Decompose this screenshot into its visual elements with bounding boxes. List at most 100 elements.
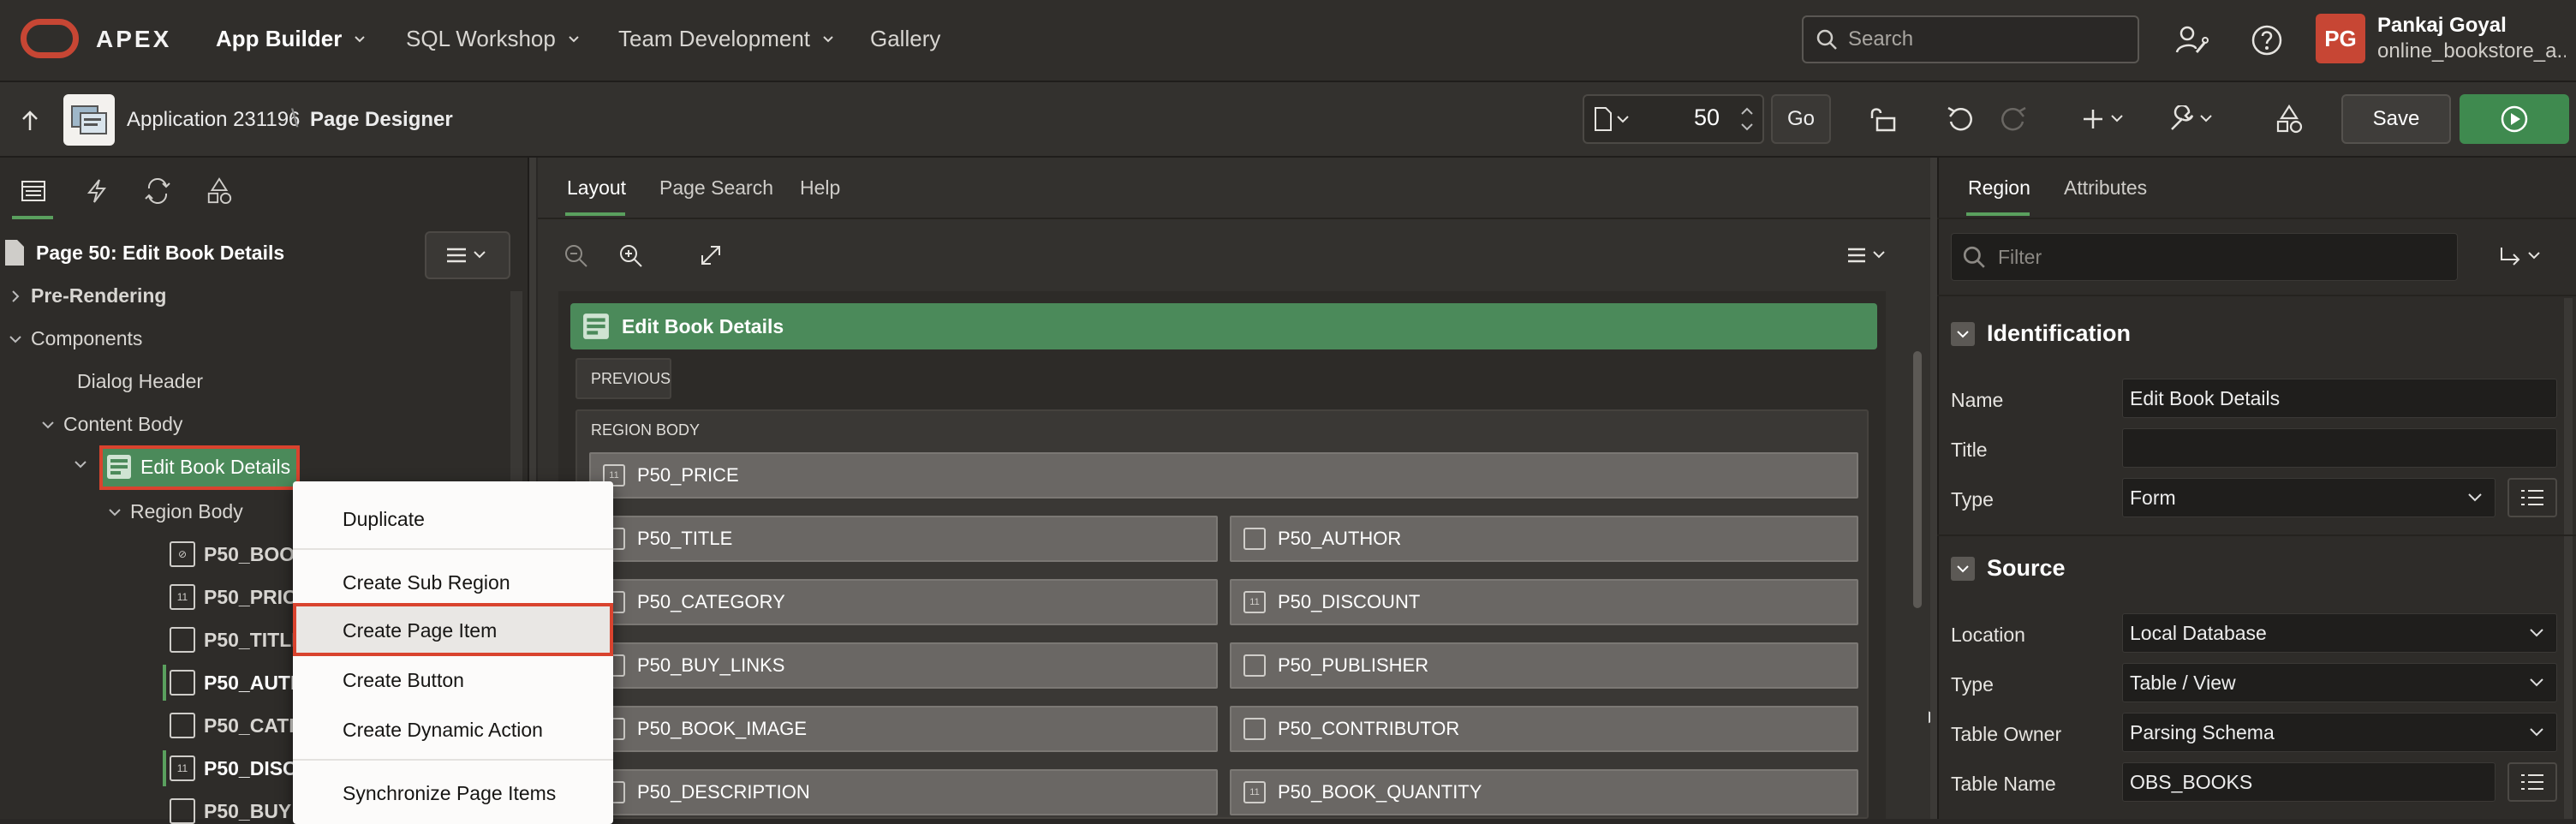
chevron-down-icon	[2468, 493, 2482, 502]
right-splitter[interactable]	[1930, 158, 1937, 819]
tree-node-components[interactable]: Components	[9, 327, 142, 350]
layout-item-p50-author[interactable]: P50_AUTHOR	[1230, 516, 1858, 562]
dynamic-actions-tab-icon[interactable]	[82, 176, 111, 206]
tab-help[interactable]: Help	[800, 176, 840, 200]
tab-layout[interactable]: Layout	[567, 176, 626, 200]
tree-item-p50-discount[interactable]: 11 P50_DISC	[170, 755, 297, 781]
save-button[interactable]: Save	[2341, 94, 2451, 144]
tree-node-region-body[interactable]: Region Body	[108, 500, 243, 523]
layout-item-p50-contributor[interactable]: P50_CONTRIBUTOR	[1230, 706, 1858, 752]
tree-item-p50-category[interactable]: P50_CATE	[170, 713, 302, 738]
prop-name-field[interactable]: Edit Book Details	[2122, 379, 2557, 418]
global-search-input[interactable]: Search	[1802, 15, 2139, 63]
create-menu-icon[interactable]	[2081, 101, 2131, 137]
layout-item-p50-description[interactable]: P50_DESCRIPTION	[589, 769, 1218, 815]
tree-item-p50-title[interactable]: P50_TITLE	[170, 627, 305, 653]
chevron-down-icon	[823, 35, 833, 42]
nav-gallery[interactable]: Gallery	[870, 26, 940, 52]
go-button[interactable]: Go	[1771, 94, 1831, 144]
zoom-out-icon[interactable]	[560, 240, 591, 271]
menu-item-create-page-item[interactable]: Create Page Item	[293, 606, 613, 654]
utilities-wrench-icon[interactable]	[2167, 101, 2221, 137]
prop-type-select[interactable]: Form	[2122, 478, 2496, 517]
nav-team-development[interactable]: Team Development	[618, 26, 834, 52]
active-tab-underline	[12, 216, 53, 219]
oracle-logo-icon[interactable]	[21, 19, 79, 58]
nav-label: SQL Workshop	[406, 26, 556, 51]
layout-scrollbar[interactable]	[1913, 351, 1922, 608]
source-section-header[interactable]: Source	[1951, 555, 2066, 582]
undo-icon[interactable]	[1942, 101, 1978, 137]
region-body-label: REGION BODY	[591, 421, 701, 439]
tab-region[interactable]: Region	[1968, 176, 2030, 200]
unlock-icon[interactable]	[1865, 101, 1901, 137]
page-shared-components-tab-icon[interactable]	[204, 176, 235, 206]
prop-source-type-label: Type	[1951, 673, 1994, 696]
menu-item-duplicate[interactable]: Duplicate	[293, 495, 613, 543]
type-list-icon[interactable]	[2507, 478, 2557, 517]
prop-table-owner-select[interactable]: Parsing Schema	[2122, 713, 2557, 752]
page-selector-icon[interactable]	[1589, 101, 1637, 137]
tree-item-p50-buy-links[interactable]: P50_BUY	[170, 798, 291, 824]
property-filter-input[interactable]: Filter	[1951, 233, 2458, 281]
prop-location-select[interactable]: Local Database	[2122, 613, 2557, 653]
rendering-tab-icon[interactable]	[19, 176, 48, 206]
tree-node-dialog-header[interactable]: Dialog Header	[77, 370, 203, 393]
nav-app-builder[interactable]: App Builder	[216, 26, 366, 52]
layout-item-p50-category[interactable]: P50_CATEGORY	[589, 579, 1218, 625]
expand-icon[interactable]	[695, 240, 726, 271]
tree-node-toggle[interactable]	[74, 457, 87, 471]
page-number-stepper-icon[interactable]	[1733, 96, 1761, 142]
menu-item-synchronize-page-items[interactable]: Synchronize Page Items	[293, 769, 613, 817]
text-field-icon	[1243, 718, 1266, 740]
prop-source-type-select[interactable]: Table / View	[2122, 663, 2557, 702]
layout-item-p50-publisher[interactable]: P50_PUBLISHER	[1230, 642, 1858, 689]
menu-item-create-sub-region[interactable]: Create Sub Region	[293, 558, 613, 606]
zoom-in-icon[interactable]	[615, 240, 646, 271]
application-icon[interactable]	[63, 94, 115, 146]
layout-item-p50-book-image[interactable]: P50_BOOK_IMAGE	[589, 706, 1218, 752]
layout-item-p50-buy-links[interactable]: P50_BUY_LINKS	[589, 642, 1218, 689]
region-edit-book-details[interactable]: Edit Book Details	[570, 303, 1877, 349]
layout-item-p50-price[interactable]: 11 P50_PRICE	[589, 452, 1858, 499]
run-page-button[interactable]	[2460, 94, 2569, 144]
go-to-group-icon[interactable]	[2494, 240, 2550, 274]
property-scrollbar[interactable]	[2564, 298, 2573, 819]
prop-table-name-field[interactable]: OBS_BOOKS	[2122, 762, 2496, 802]
up-arrow-icon[interactable]	[17, 106, 43, 135]
tree-item-p50-price[interactable]: 11 P50_PRICE	[170, 584, 310, 610]
menu-item-create-button[interactable]: Create Button	[293, 656, 613, 704]
breadcrumb-application[interactable]: Application 231196	[127, 108, 300, 132]
table-name-list-icon[interactable]	[2507, 762, 2557, 802]
prop-title-field[interactable]	[2122, 428, 2557, 468]
administration-icon[interactable]	[2172, 21, 2211, 60]
tree-item-p50-author[interactable]: P50_AUTH	[170, 670, 305, 696]
tree-node-pre-rendering[interactable]: Pre-Rendering	[9, 284, 166, 308]
user-workspace[interactable]: online_bookstore_a...	[2377, 39, 2566, 63]
tree-menu-button[interactable]	[425, 231, 510, 279]
processing-tab-icon[interactable]	[142, 176, 173, 206]
item-marker	[163, 750, 166, 786]
chevron-down-icon	[42, 421, 54, 428]
redo-icon[interactable]	[1995, 101, 2031, 137]
menu-item-create-dynamic-action[interactable]: Create Dynamic Action	[293, 706, 613, 754]
tree-node-content-body[interactable]: Content Body	[41, 413, 182, 436]
hamburger-chevron-icon	[447, 248, 486, 263]
user-name[interactable]: Pankaj Goyal	[2377, 14, 2507, 38]
page-number-input[interactable]: 50	[1655, 104, 1720, 131]
layout-menu-icon[interactable]	[1843, 240, 1894, 271]
chevron-down-icon	[109, 508, 121, 516]
layout-item-p50-title[interactable]: P50_TITLE	[589, 516, 1218, 562]
tab-attributes[interactable]: Attributes	[2064, 176, 2147, 200]
tree-item-p50-book[interactable]: ⊘ P50_BOOK	[170, 541, 309, 567]
layout-item-p50-discount[interactable]: 11 P50_DISCOUNT	[1230, 579, 1858, 625]
nav-sql-workshop[interactable]: SQL Workshop	[406, 26, 580, 52]
identification-section-header[interactable]: Identification	[1951, 320, 2131, 347]
shared-components-icon[interactable]	[2271, 101, 2307, 137]
user-avatar[interactable]: PG	[2316, 14, 2365, 63]
apex-brand[interactable]: APEX	[96, 26, 171, 53]
layout-item-p50-book-quantity[interactable]: 11 P50_BOOK_QUANTITY	[1230, 769, 1858, 815]
page-root-node[interactable]: Page 50: Edit Book Details	[2, 238, 284, 267]
help-icon[interactable]	[2247, 21, 2287, 60]
tab-page-search[interactable]: Page Search	[659, 176, 773, 200]
